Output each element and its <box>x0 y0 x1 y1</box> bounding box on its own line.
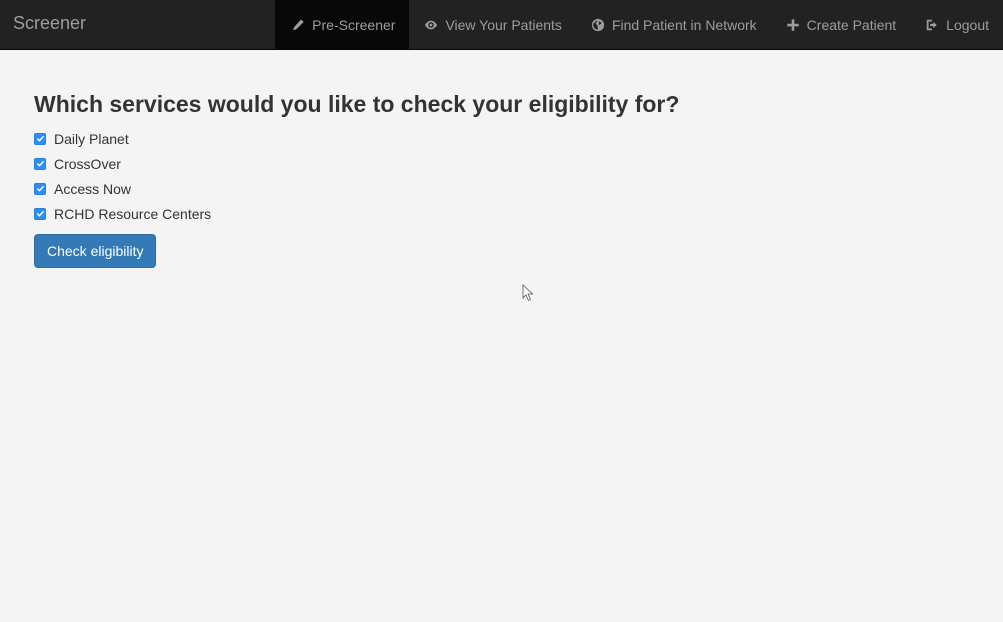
nav-view-your-patients-label: View Your Patients <box>445 17 562 33</box>
service-option-crossover[interactable]: CrossOver <box>34 151 679 176</box>
service-option-daily-planet[interactable]: Daily Planet <box>34 126 679 151</box>
globe-icon <box>590 17 606 33</box>
nav-view-your-patients[interactable]: View Your Patients <box>409 0 576 50</box>
service-label: Daily Planet <box>54 130 129 147</box>
service-label: RCHD Resource Centers <box>54 205 212 222</box>
service-option-access-now[interactable]: Access Now <box>34 176 679 201</box>
checkbox-daily-planet[interactable] <box>34 132 46 145</box>
nav-find-patient-in-network-label: Find Patient in Network <box>611 17 757 33</box>
eye-icon <box>423 17 439 33</box>
service-label: Access Now <box>54 180 132 197</box>
service-label: CrossOver <box>54 155 121 172</box>
checkbox-rchd-resource-centers[interactable] <box>34 207 46 220</box>
nav-create-patient-label: Create Patient <box>806 17 897 33</box>
top-navbar: Screener Pre-Screener View Your Patients… <box>0 0 1003 50</box>
nav-logout-label: Logout <box>946 17 989 33</box>
nav-menu: Pre-Screener View Your Patients Find Pat… <box>275 0 1003 50</box>
service-option-rchd-resource-centers[interactable]: RCHD Resource Centers <box>34 201 679 226</box>
eligibility-form: Which services would you like to check y… <box>34 88 679 268</box>
nav-find-patient-in-network[interactable]: Find Patient in Network <box>576 0 771 50</box>
nav-pre-screener-label: Pre-Screener <box>312 17 396 33</box>
checkbox-crossover[interactable] <box>34 157 46 170</box>
nav-logout[interactable]: Logout <box>910 0 1003 50</box>
mouse-pointer-icon <box>522 284 534 302</box>
service-checklist: Daily Planet CrossOver Access Now RCHD R… <box>34 126 679 226</box>
brand-link[interactable]: Screener <box>13 0 86 50</box>
page-heading: Which services would you like to check y… <box>34 91 680 117</box>
nav-pre-screener[interactable]: Pre-Screener <box>275 0 410 50</box>
plus-icon <box>785 17 801 33</box>
pencil-icon <box>290 17 306 33</box>
logout-icon <box>924 17 940 33</box>
checkbox-access-now[interactable] <box>34 182 46 195</box>
nav-create-patient[interactable]: Create Patient <box>771 0 911 50</box>
check-eligibility-button[interactable]: Check eligibility <box>34 234 157 268</box>
